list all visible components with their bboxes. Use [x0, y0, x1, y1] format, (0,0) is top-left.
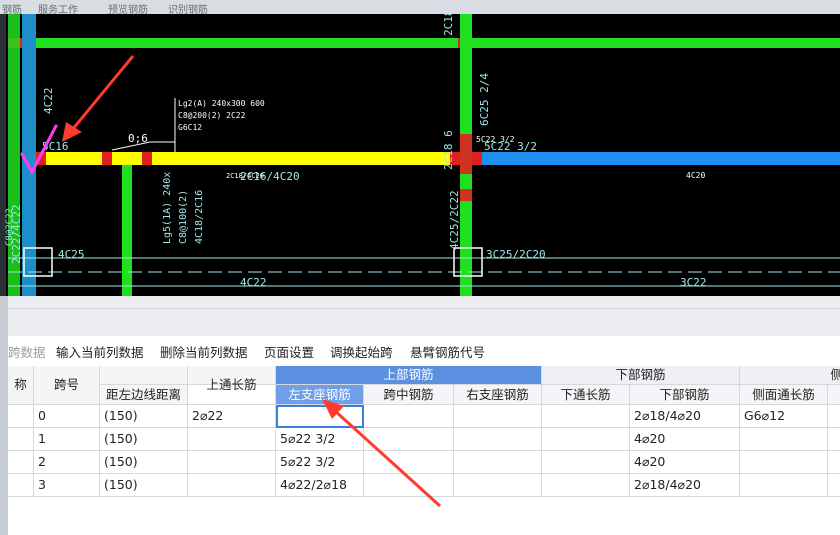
table-toolbar: 跨数据 输入当前列数据 删除当前列数据 页面设置 调换起始跨 悬臂钢筋代号: [8, 336, 840, 366]
toolbar-swap-start-span[interactable]: 调换起始跨: [330, 342, 393, 361]
panel-gap: [0, 296, 840, 336]
label-span-dim: 0;6: [128, 132, 148, 145]
label-sub-beam-3: 4C18/2C16: [194, 190, 205, 244]
rebar-table: 称 跨号 上部钢筋 下部钢筋 侧 距左边线距离 上通长筋 左支座钢筋 跨中钢筋 …: [8, 366, 840, 535]
label-sub-beam-1: Lg5(1A) 240x: [162, 172, 173, 244]
menu-item-rebar[interactable]: 钢筋: [2, 1, 22, 14]
toolbar-input-column[interactable]: 输入当前列数据: [56, 342, 144, 361]
label-beam-info-2: C8@200(2) 2C22: [178, 111, 246, 120]
label-col-mid-upper: 6C25 2/4: [478, 73, 491, 126]
beam-right-blue[interactable]: [472, 152, 840, 165]
red-arrow-annotation-table: [322, 399, 442, 508]
toolbar-page-setup[interactable]: 页面设置: [264, 342, 314, 361]
label-beam-info-1: Lg2(A) 240x300 600: [178, 99, 265, 108]
label-col-left: 4C22: [42, 88, 55, 115]
left-panel-strip: [0, 296, 8, 535]
toolbar-delete-column[interactable]: 删除当前列数据: [160, 342, 248, 361]
label-bottom-left-1: 4C25: [58, 248, 85, 261]
menu-item-service[interactable]: 服务工作: [38, 1, 78, 14]
label-bottom-left-2: 4C22: [240, 276, 267, 289]
label-right-beam: 4C20: [686, 171, 705, 180]
label-bottom-mid: 3C25/2C20: [486, 248, 546, 261]
label-right-support-bot: 5C22 3/2: [484, 140, 537, 153]
label-col-mid-side: 2C18 6: [442, 130, 455, 170]
label-side-vertical: C8@2C22: [5, 208, 15, 246]
label-col-top-mid: 2C18: [442, 14, 455, 36]
label-sub-beam-2: C8@100(2): [178, 190, 189, 244]
menu-bar: 钢筋 服务工作 预览钢筋 识别钢筋: [0, 0, 840, 14]
label-beam-mid-2: 2C18/4C20: [226, 172, 264, 180]
beam-secondary[interactable]: [122, 165, 132, 296]
beam-yellow[interactable]: [36, 152, 460, 165]
toolbar-cantilever-code[interactable]: 悬臂钢筋代号: [410, 342, 485, 361]
toolbar-span-data[interactable]: 跨数据: [8, 342, 46, 361]
beam-top-green[interactable]: [8, 38, 840, 48]
label-col-mid-lower: 4C25/2C22: [448, 190, 461, 250]
menu-item-preview[interactable]: 预览钢筋: [108, 1, 148, 14]
cad-drawing-canvas[interactable]: 2C18 4C22 2C22/4C22 0;6 Lg2(A) 240x300 6…: [0, 14, 840, 296]
label-beam-info-3: G6C12: [178, 123, 202, 132]
label-bottom-right: 3C22: [680, 276, 707, 289]
menu-item-identify[interactable]: 识别钢筋: [168, 1, 208, 14]
